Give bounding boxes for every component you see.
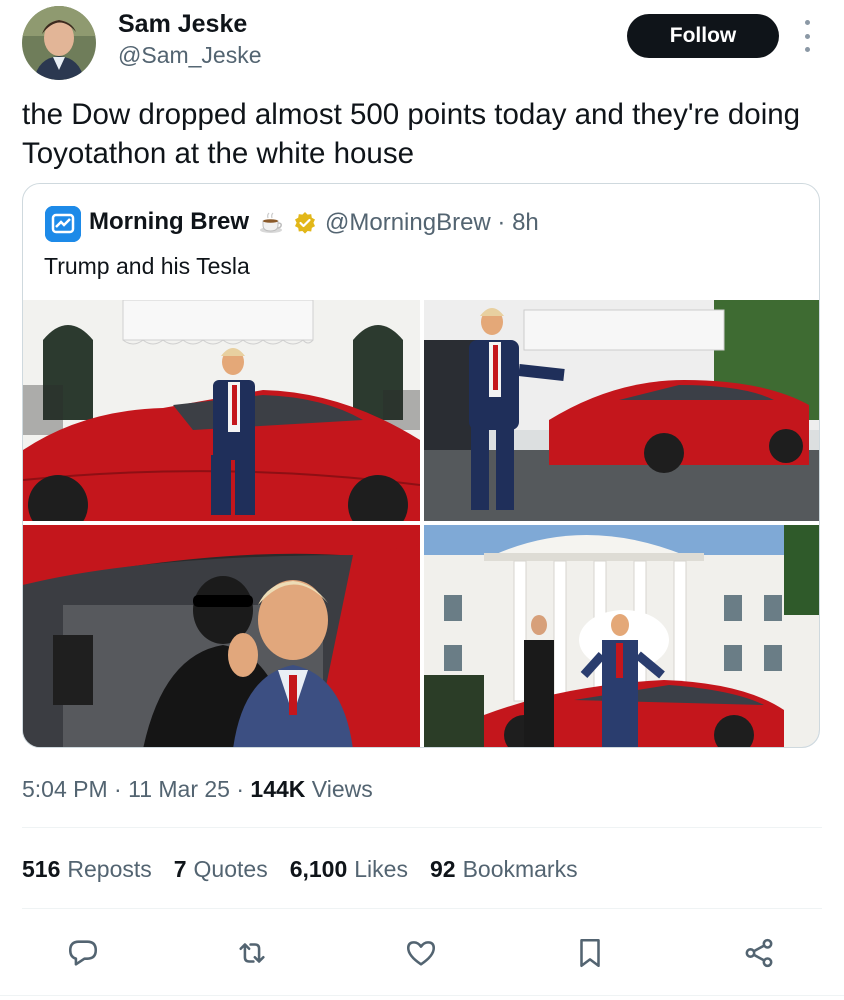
- quotes-label: Quotes: [193, 856, 268, 882]
- reply-icon[interactable]: [60, 930, 106, 976]
- photo-trump-presenting-tesla[interactable]: [424, 300, 819, 521]
- tweet-date[interactable]: 11 Mar 25: [128, 776, 230, 802]
- bookmarks-stat[interactable]: 92 Bookmarks: [430, 856, 578, 883]
- reposts-stat[interactable]: 516 Reposts: [22, 856, 152, 883]
- tweet-time[interactable]: 5:04 PM: [22, 776, 108, 802]
- repost-icon[interactable]: [229, 930, 275, 976]
- action-bar: [22, 930, 822, 976]
- quotes-stat[interactable]: 7 Quotes: [174, 856, 268, 883]
- likes-label: Likes: [354, 856, 408, 882]
- meta-separator: ·: [107, 776, 129, 802]
- views-label: Views: [311, 776, 373, 802]
- bookmark-icon[interactable]: [567, 930, 613, 976]
- quoted-author-handle[interactable]: @MorningBrew · 8h: [325, 209, 539, 237]
- meta-separator: ·: [229, 776, 251, 802]
- quoted-author-avatar[interactable]: [45, 206, 81, 242]
- divider: [22, 908, 822, 909]
- bookmarks-count: 92: [429, 856, 456, 882]
- engagement-stats: 516 Reposts 7 Quotes 6,100 Likes 92 Bookmark…: [22, 856, 578, 883]
- follow-button[interactable]: Follow: [627, 14, 779, 58]
- reposts-count: 516: [22, 856, 61, 882]
- more-options-icon[interactable]: [798, 20, 816, 52]
- quoted-tweet-card[interactable]: Morning Brew @MorningBrew · 8h Trump and…: [22, 183, 820, 748]
- author-avatar[interactable]: [22, 6, 96, 80]
- bottom-divider: [0, 995, 844, 996]
- bookmarks-label: Bookmarks: [462, 856, 578, 882]
- like-icon[interactable]: [398, 930, 444, 976]
- likes-count: 6,100: [289, 856, 348, 882]
- share-icon[interactable]: [736, 930, 782, 976]
- photo-trump-inside-tesla[interactable]: [23, 525, 420, 747]
- quoted-tweet-text: Trump and his Tesla: [44, 253, 250, 279]
- quoted-handle-text[interactable]: @MorningBrew: [325, 209, 491, 236]
- quoted-author-name[interactable]: Morning Brew: [89, 208, 249, 236]
- divider: [22, 827, 822, 828]
- reposts-label: Reposts: [67, 856, 152, 882]
- photo-white-house-tesla[interactable]: [424, 525, 819, 747]
- author-handle[interactable]: @Sam_Jeske: [118, 42, 262, 69]
- photo-trump-leaning-on-tesla[interactable]: [23, 300, 420, 521]
- quotes-count: 7: [173, 856, 187, 882]
- quoted-timestamp[interactable]: · 8h: [497, 209, 538, 236]
- verified-badge-icon: [293, 211, 317, 235]
- author-name[interactable]: Sam Jeske: [118, 10, 247, 39]
- tweet-text: the Dow dropped almost 500 points today …: [22, 98, 801, 170]
- likes-stat[interactable]: 6,100 Likes: [290, 856, 408, 883]
- views-count: 144K: [250, 776, 306, 802]
- coffee-cup-icon: [258, 210, 284, 236]
- tweet-meta: 5:04 PM · 11 Mar 25 · 144K Views: [22, 776, 373, 803]
